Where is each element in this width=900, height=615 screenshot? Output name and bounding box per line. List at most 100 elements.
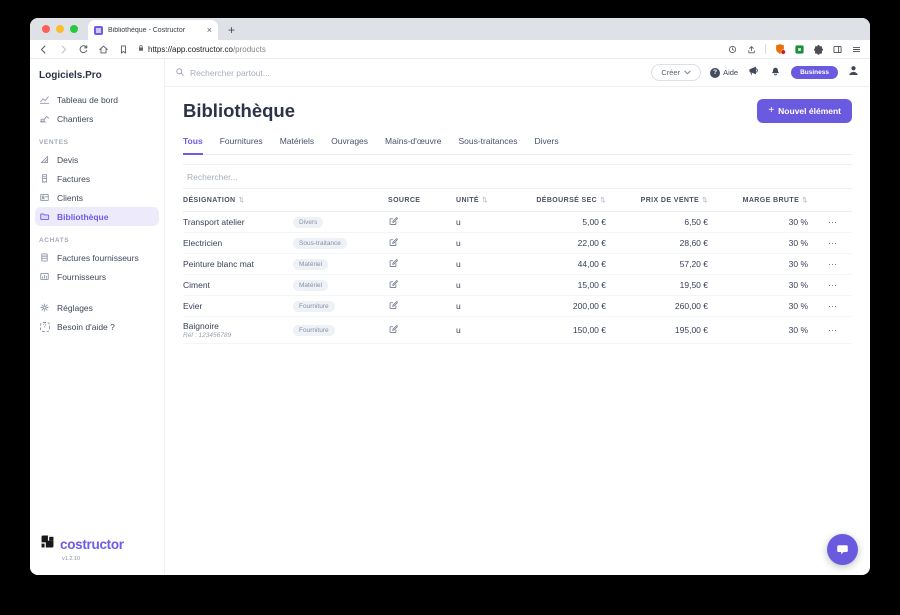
library-page: Bibliothèque + Nouvel élément Tous Fourn… — [165, 87, 870, 575]
bar-chart-icon — [39, 271, 50, 282]
sidebar-item-label: Devis — [57, 154, 79, 165]
sidebar-item-devis[interactable]: Devis — [30, 150, 164, 169]
tab-divers[interactable]: Divers — [535, 136, 559, 154]
sidebar-item-factures[interactable]: Factures — [30, 169, 164, 188]
row-menu-icon[interactable]: ⋯ — [808, 280, 852, 291]
table-row[interactable]: Peinture blanc mat Matériel u 44,00 € 57… — [183, 254, 852, 275]
column-prix-de-vente[interactable]: Prix de vente ⇅ — [606, 196, 708, 205]
forward-icon[interactable] — [58, 44, 69, 55]
sidebar-item-clients[interactable]: Clients — [30, 188, 164, 207]
row-menu-icon[interactable]: ⋯ — [808, 325, 852, 336]
global-search-input[interactable] — [190, 67, 390, 78]
row-menu-icon[interactable]: ⋯ — [808, 301, 852, 312]
send-clock-icon[interactable] — [727, 44, 738, 55]
table-row[interactable]: Transport atelier Divers u 5,00 € 6,50 €… — [183, 212, 852, 233]
folder-icon — [39, 211, 50, 222]
item-price: 195,00 € — [674, 325, 708, 335]
item-cost: 22,00 € — [577, 238, 606, 248]
bookmark-icon[interactable] — [118, 44, 129, 55]
edit-source-icon[interactable] — [388, 324, 456, 337]
sidebar-item-label: Besoin d'aide ? — [57, 321, 115, 332]
new-item-button[interactable]: + Nouvel élément — [757, 99, 852, 123]
menu-icon[interactable] — [851, 44, 862, 55]
side-panel-icon[interactable] — [832, 44, 843, 55]
column-marge-brute[interactable]: Marge brute ⇅ — [708, 196, 808, 205]
sidebar-item-factures-fournisseurs[interactable]: Factures fournisseurs — [30, 248, 164, 267]
window-zoom-button[interactable] — [70, 25, 78, 33]
reload-icon[interactable] — [78, 44, 89, 55]
category-badge: Matériel — [293, 259, 329, 270]
receipt-icon — [39, 173, 50, 184]
sort-icon[interactable]: ⇅ — [802, 196, 808, 204]
category-badge: Fourniture — [293, 325, 335, 336]
global-search[interactable] — [175, 64, 651, 82]
chat-widget-button[interactable] — [827, 534, 858, 565]
sort-icon[interactable]: ⇅ — [239, 196, 245, 204]
green-extension-icon[interactable] — [794, 44, 805, 55]
megaphone-icon[interactable] — [747, 64, 760, 82]
table-row[interactable]: Ciment Matériel u 15,00 € 19,50 € 30 % ⋯ — [183, 275, 852, 296]
id-card-icon — [39, 192, 50, 203]
sidebar-item-chantiers[interactable]: Chantiers — [30, 109, 164, 128]
help-icon: ? — [710, 67, 721, 78]
sidebar-item-label: Bibliothèque — [57, 211, 109, 222]
bell-icon[interactable] — [769, 64, 782, 82]
column-unite[interactable]: Unité ⇅ — [456, 196, 514, 205]
sidebar-item-besoin-daide[interactable]: ? Besoin d'aide ? — [30, 317, 164, 336]
library-search[interactable] — [183, 164, 852, 189]
tab-title: Bibliothèque - Costructor — [108, 26, 186, 34]
set-square-icon — [39, 154, 50, 165]
new-tab-button[interactable]: + — [228, 24, 235, 36]
url-path: /products — [232, 44, 266, 54]
sidebar-item-label: Réglages — [57, 302, 93, 313]
help-button[interactable]: ? Aide — [710, 67, 738, 78]
edit-source-icon[interactable] — [388, 279, 456, 292]
item-name: Electricien — [183, 238, 223, 248]
address-bar[interactable]: https://app.costructor.co/products — [137, 44, 266, 54]
back-icon[interactable] — [38, 44, 49, 55]
tab-fournitures[interactable]: Fournitures — [220, 136, 263, 154]
table-row[interactable]: Electricien Sous-traitance u 22,00 € 28,… — [183, 233, 852, 254]
column-debourse-sec[interactable]: Déboursé sec ⇅ — [514, 196, 606, 205]
share-icon[interactable] — [746, 44, 757, 55]
window-controls — [42, 25, 78, 33]
sidebar-item-tableau-de-bord[interactable]: Tableau de bord — [30, 90, 164, 109]
create-button[interactable]: Créer — [651, 64, 702, 81]
item-price: 28,60 € — [679, 238, 708, 248]
item-unit: u — [456, 280, 461, 290]
sidebar-item-reglages[interactable]: Réglages — [30, 298, 164, 317]
tab-sous-traitances[interactable]: Sous-traitances — [458, 136, 517, 154]
edit-source-icon[interactable] — [388, 258, 456, 271]
edit-source-icon[interactable] — [388, 216, 456, 229]
edit-source-icon[interactable] — [388, 237, 456, 250]
sort-icon[interactable]: ⇅ — [482, 196, 488, 204]
row-menu-icon[interactable]: ⋯ — [808, 217, 852, 228]
puzzle-extension-icon[interactable] — [813, 44, 824, 55]
plan-badge[interactable]: Business — [791, 66, 838, 79]
item-unit: u — [456, 238, 461, 248]
window-minimize-button[interactable] — [56, 25, 64, 33]
table-row[interactable]: Baignoire Réf : 123456789 Fourniture u 1… — [183, 317, 852, 344]
user-avatar-icon[interactable] — [847, 64, 860, 82]
tab-close-icon[interactable]: × — [207, 25, 212, 35]
window-close-button[interactable] — [42, 25, 50, 33]
tab-materiels[interactable]: Matériels — [280, 136, 314, 154]
tab-ouvrages[interactable]: Ouvrages — [331, 136, 368, 154]
page-title: Bibliothèque — [183, 100, 296, 121]
app-version: v1.2.10 — [62, 556, 81, 562]
item-name: Transport atelier — [183, 217, 245, 227]
sidebar-item-bibliotheque[interactable]: Bibliothèque — [35, 207, 159, 226]
home-icon[interactable] — [98, 44, 109, 55]
library-search-input[interactable] — [183, 171, 852, 182]
column-designation[interactable]: Désignation ⇅ — [183, 196, 388, 205]
edit-source-icon[interactable] — [388, 300, 456, 313]
table-row[interactable]: Evier Fourniture u 200,00 € 260,00 € 30 … — [183, 296, 852, 317]
row-menu-icon[interactable]: ⋯ — [808, 259, 852, 270]
brand: Logiciels.Pro — [39, 70, 102, 81]
tab-tous[interactable]: Tous — [183, 136, 203, 155]
tab-mains-doeuvre[interactable]: Mains-d'œuvre — [385, 136, 441, 154]
sidebar-item-fournisseurs[interactable]: Fournisseurs — [30, 267, 164, 286]
browser-tab[interactable]: Bibliothèque - Costructor × — [88, 20, 218, 40]
shield-extension-icon[interactable] — [774, 43, 786, 55]
row-menu-icon[interactable]: ⋯ — [808, 238, 852, 249]
